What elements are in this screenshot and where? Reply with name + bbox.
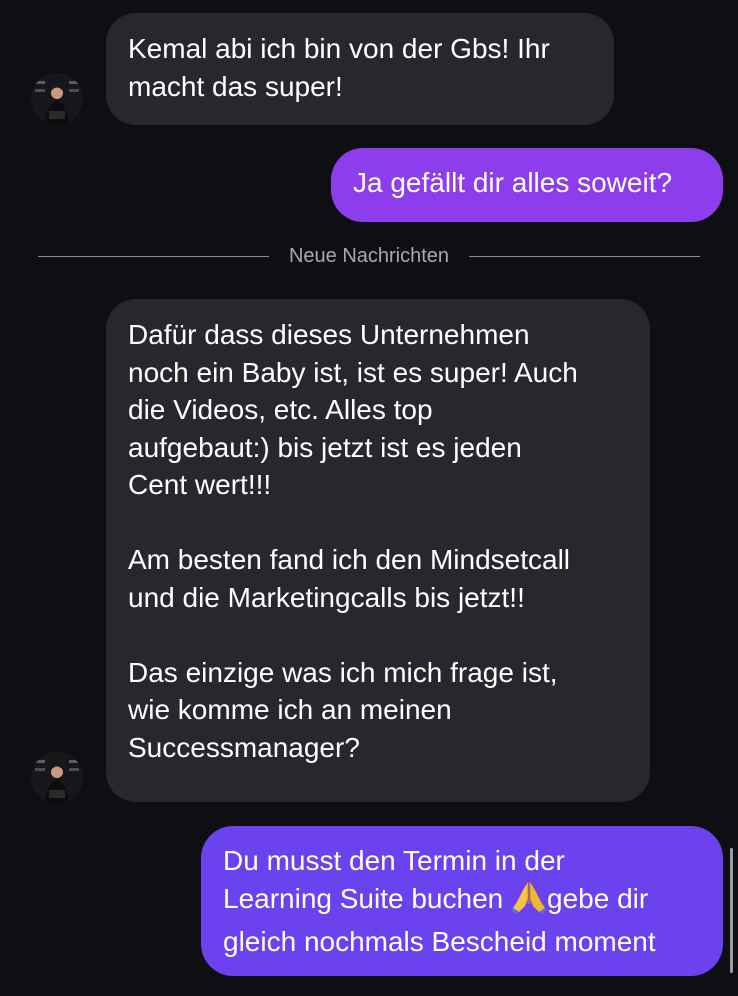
divider-line-right — [469, 255, 700, 257]
divider-line-left — [38, 255, 269, 257]
praying-hands-icon — [511, 880, 547, 924]
message-bubble-incoming[interactable]: Dafür dass dieses Unternehmen noch ein B… — [106, 299, 650, 802]
message-bubble-outgoing[interactable]: Du musst den Termin in der Learning Suit… — [201, 826, 723, 976]
message-bubble-outgoing[interactable]: Ja gefällt dir alles soweit? — [331, 148, 723, 222]
avatar-photo — [31, 752, 83, 804]
chat-thread: Kemal abi ich bin von der Gbs! Ihr macht… — [0, 0, 738, 996]
scrollbar[interactable] — [730, 848, 733, 973]
contact-avatar[interactable] — [31, 73, 83, 125]
new-messages-label: Neue Nachrichten — [288, 244, 450, 267]
message-bubble-incoming[interactable]: Kemal abi ich bin von der Gbs! Ihr macht… — [106, 13, 614, 125]
new-messages-divider: Neue Nachrichten — [38, 243, 700, 269]
avatar-photo — [31, 73, 83, 125]
contact-avatar[interactable] — [31, 752, 83, 804]
